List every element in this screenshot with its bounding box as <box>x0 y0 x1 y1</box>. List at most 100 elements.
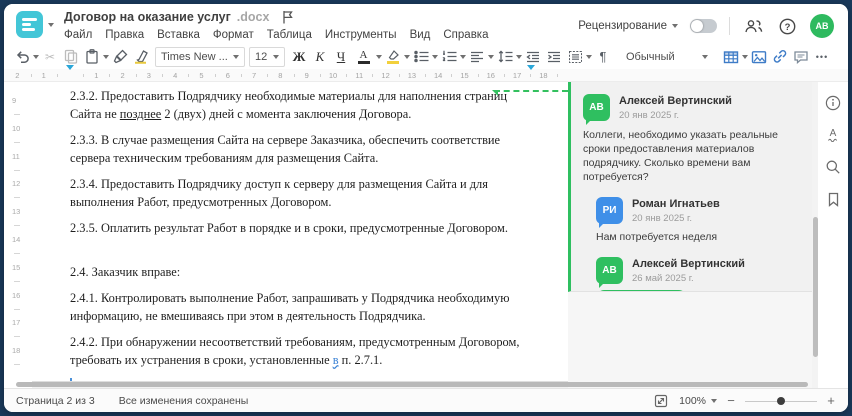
font-size-select[interactable]: 12 <box>249 46 285 67</box>
zoom-in-button[interactable]: + <box>826 393 836 408</box>
ruler-tick <box>319 74 321 77</box>
zoom-out-button[interactable]: − <box>726 393 736 408</box>
clear-style-button[interactable] <box>131 46 151 67</box>
insert-table-button[interactable] <box>721 46 741 67</box>
undo-caret-icon[interactable] <box>33 54 39 59</box>
copy-button[interactable] <box>61 46 81 67</box>
search-icon[interactable] <box>824 158 842 176</box>
info-icon[interactable] <box>824 94 842 112</box>
fit-width-icon[interactable] <box>652 392 670 410</box>
ruler-number: 13 <box>407 71 417 80</box>
document-extension: .docx <box>236 9 270 24</box>
show-paragraph-marks-button[interactable]: ¶ <box>593 46 613 67</box>
zoom-level-select[interactable]: 100% <box>679 395 717 407</box>
page-indicator[interactable]: Страница 2 из 3 <box>16 395 95 407</box>
ruler-number: 12 <box>12 179 21 189</box>
favorite-flag-icon[interactable] <box>281 10 294 24</box>
format-painter-button[interactable] <box>110 46 130 67</box>
comments-panel: АВ Алексей Вертинский 20 янв 2025 г. Коллег… <box>568 82 812 388</box>
bookmark-icon[interactable] <box>824 190 842 208</box>
comment-avatar: АВ <box>596 257 623 288</box>
ruler-number: 16 <box>12 290 21 300</box>
bullet-list-caret-icon[interactable] <box>432 54 438 59</box>
ruler-number: 1 <box>41 71 46 80</box>
highlight-caret-icon[interactable] <box>404 54 410 59</box>
table-caret-icon[interactable] <box>742 54 748 59</box>
document-canvas[interactable]: 2.3.2. Предоставить Подрядчику необходим… <box>32 82 568 392</box>
review-caret-icon <box>672 24 678 28</box>
line-spacing-button[interactable] <box>495 46 515 67</box>
user-avatar[interactable]: АВ <box>810 14 834 38</box>
bullet-list-button[interactable] <box>411 46 431 67</box>
ruler-number: 18 <box>12 346 21 356</box>
comment-2[interactable]: АВ Алексей Вертинский 26 май 2025 г. Роман … <box>596 257 800 291</box>
comment-thread-card[interactable]: АВ Алексей Вертинский 20 янв 2025 г. Коллег… <box>568 82 812 292</box>
insert-comment-button[interactable] <box>791 46 811 67</box>
more-tools-button[interactable]: ••• <box>812 46 832 67</box>
ruler-number: 17 <box>512 71 522 80</box>
bold-button[interactable]: Ж <box>289 46 309 67</box>
menu-item-5[interactable]: Инструменты <box>325 29 397 41</box>
insert-link-button[interactable] <box>770 46 790 67</box>
ruler-tick <box>477 74 479 77</box>
ruler-tick <box>503 74 505 77</box>
comment-1[interactable]: РИ Роман Игнатьев 20 янв 2025 г. Нам потреб… <box>596 197 800 244</box>
comment-0[interactable]: АВ Алексей Вертинский 20 янв 2025 г. Коллег… <box>583 94 800 184</box>
decrease-indent-button[interactable] <box>523 46 543 67</box>
ruler-tick <box>214 74 216 77</box>
help-icon[interactable]: ? <box>777 16 798 37</box>
ruler-tick <box>240 74 242 77</box>
font-color-button[interactable]: А <box>352 46 375 67</box>
insert-image-button[interactable] <box>749 46 769 67</box>
paragraph-settings-button[interactable] <box>565 46 585 67</box>
paste-button[interactable] <box>82 46 102 67</box>
numbered-list-caret-icon[interactable] <box>460 54 466 59</box>
ruler-number: 5 <box>199 71 204 80</box>
zoom-slider[interactable] <box>745 396 817 406</box>
undo-button[interactable] <box>12 46 32 67</box>
paragraph-settings-caret-icon[interactable] <box>586 54 592 59</box>
align-button[interactable] <box>467 46 487 67</box>
ruler-number: 18 <box>539 71 548 80</box>
ruler-number: 7 <box>252 71 257 80</box>
underline-button[interactable]: Ч <box>331 46 351 67</box>
review-toggle[interactable] <box>690 19 717 33</box>
font-color-caret-icon[interactable] <box>376 54 382 59</box>
ruler-tick <box>14 364 20 366</box>
menu-item-6[interactable]: Вид <box>410 29 431 41</box>
menu-item-2[interactable]: Вставка <box>157 29 200 41</box>
logo-menu-caret-icon[interactable] <box>48 22 54 27</box>
menu-item-7[interactable]: Справка <box>443 29 488 41</box>
align-caret-icon[interactable] <box>488 54 494 59</box>
ruler-tick <box>14 197 20 199</box>
line-spacing-caret-icon[interactable] <box>516 54 522 59</box>
paste-caret-icon[interactable] <box>103 54 109 59</box>
menu-item-0[interactable]: Файл <box>64 29 92 41</box>
zoom-slider-handle[interactable] <box>777 396 786 405</box>
font-name-select[interactable]: Times New ... <box>155 46 245 67</box>
ruler-number: 15 <box>460 71 469 80</box>
comment-author: Алексей Вертинский <box>619 95 732 107</box>
ruler-tick <box>556 74 558 77</box>
ruler-tick <box>530 74 532 77</box>
menu-item-4[interactable]: Таблица <box>267 29 312 41</box>
collaborators-icon[interactable] <box>742 16 765 37</box>
highlight-button[interactable] <box>383 46 403 67</box>
app-logo-icon[interactable] <box>16 11 43 38</box>
cut-button[interactable]: ✂ <box>40 46 60 67</box>
review-mode-button[interactable]: Рецензирование <box>578 20 678 32</box>
style-caret-icon <box>702 54 708 59</box>
ruler-tick <box>398 74 400 77</box>
ruler-tick <box>56 74 58 77</box>
comment-text: Нам потребуется неделя <box>596 231 718 243</box>
numbered-list-button[interactable] <box>439 46 459 67</box>
paragraph-style-select[interactable]: Обычный <box>620 46 714 67</box>
italic-button[interactable]: К <box>310 46 330 67</box>
menu-item-1[interactable]: Правка <box>105 29 144 41</box>
increase-indent-button[interactable] <box>544 46 564 67</box>
menu-item-3[interactable]: Формат <box>213 29 254 41</box>
horizontal-scrollbar[interactable] <box>16 382 808 387</box>
ruler-tick <box>267 74 269 77</box>
vertical-scrollbar-thumb[interactable] <box>812 217 818 357</box>
spellcheck-icon[interactable]: А <box>824 126 842 144</box>
